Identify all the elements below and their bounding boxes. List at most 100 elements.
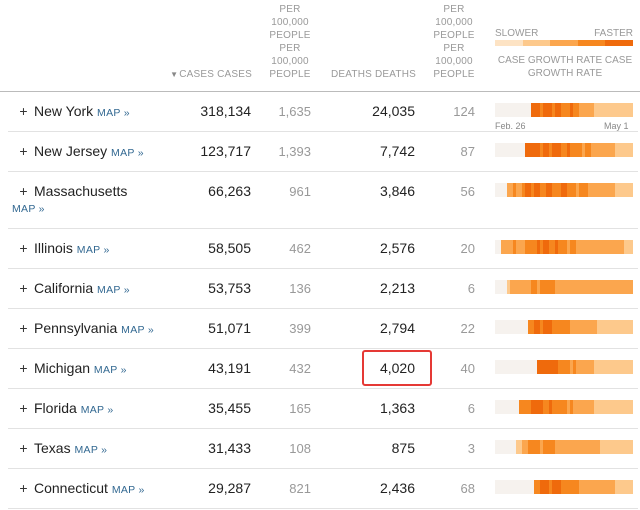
growth-rate-sparkbar <box>495 440 633 454</box>
growth-cell <box>630 240 633 254</box>
axis-end-label: May 1 <box>604 121 629 131</box>
deaths-column-header[interactable]: DEATHS DEATHS <box>320 68 416 81</box>
growth-cell <box>630 320 633 334</box>
expand-row-icon[interactable]: + <box>18 441 29 455</box>
map-link[interactable]: MAP » <box>112 484 145 496</box>
growth-rate-header[interactable]: CASE GROWTH RATE CASE GROWTH RATE <box>495 54 635 80</box>
deaths-value: 24,035 <box>372 103 415 119</box>
state-name: New Jersey MAP » <box>34 143 144 159</box>
map-link[interactable]: MAP » <box>81 404 114 416</box>
table-header: ▼CASES CASES PER 100,000 PEOPLE PER 100,… <box>0 0 640 92</box>
expand-row-icon[interactable]: + <box>18 241 29 255</box>
expand-row-icon[interactable]: + <box>18 281 29 295</box>
legend-swatch <box>605 40 633 46</box>
deaths-per-100k-value: 56 <box>460 184 475 199</box>
covid-state-table: ▼CASES CASES PER 100,000 PEOPLE PER 100,… <box>0 0 640 510</box>
table-row[interactable]: + Connecticut MAP » 29,287 821 2,436 68 <box>8 468 638 509</box>
state-label: New Jersey <box>34 143 108 159</box>
deaths-value: 2,436 <box>379 480 415 496</box>
cases-value: 58,505 <box>208 240 251 256</box>
table-row[interactable]: + Texas MAP » 31,433 108 875 3 <box>8 428 638 469</box>
growth-rate-sparkbar <box>495 143 633 157</box>
state-name: New York MAP » <box>34 103 130 119</box>
deaths-per-100k-value: 87 <box>460 144 475 159</box>
table-row[interactable]: + New York MAP » 318,134 1,635 24,035 124 Feb.… <box>8 91 638 132</box>
state-label: Pennsylvania <box>34 320 118 336</box>
expand-row-icon[interactable]: + <box>18 144 29 158</box>
table-row[interactable]: + Massachusetts MAP » 66,263 961 3,846 56 <box>8 171 638 229</box>
state-name: Connecticut MAP » <box>34 480 145 496</box>
expand-row-icon[interactable]: + <box>18 104 29 118</box>
cases-value: 123,717 <box>200 143 251 159</box>
cases-per-100k-value: 165 <box>289 401 311 416</box>
deaths-per-100k-value: 3 <box>467 441 475 456</box>
deaths-per-100k-value: 22 <box>460 321 475 336</box>
sort-down-icon: ▼ <box>170 70 179 79</box>
growth-cell <box>630 143 633 157</box>
cases-value: 66,263 <box>208 183 251 199</box>
map-link[interactable]: MAP » <box>12 203 45 215</box>
cases-per-100k-value: 432 <box>289 361 311 376</box>
deaths-value: 2,794 <box>379 320 415 336</box>
state-label: Connecticut <box>34 480 108 496</box>
map-link[interactable]: MAP » <box>74 444 107 456</box>
cases-per-100k-value: 136 <box>289 281 311 296</box>
cases-per-100k-value: 108 <box>289 441 311 456</box>
cases-value: 35,455 <box>208 400 251 416</box>
table-row[interactable]: + California MAP » 53,753 136 2,213 6 <box>8 268 638 309</box>
cases-column-header[interactable]: ▼CASES CASES <box>150 68 252 81</box>
map-link[interactable]: MAP » <box>121 324 154 336</box>
legend-swatch <box>495 40 523 46</box>
cases-value: 29,287 <box>208 480 251 496</box>
cases-per-100k-value: 961 <box>289 184 311 199</box>
growth-rate-sparkbar <box>495 320 633 334</box>
map-link[interactable]: MAP » <box>97 284 130 296</box>
deaths-per-100k-value: 6 <box>467 401 475 416</box>
state-label: Massachusetts <box>34 183 128 199</box>
map-link[interactable]: MAP » <box>94 364 127 376</box>
cases-value: 53,753 <box>208 280 251 296</box>
expand-row-icon[interactable]: + <box>18 184 29 198</box>
map-link[interactable]: MAP » <box>111 147 144 159</box>
growth-rate-sparkbar <box>495 103 633 117</box>
deaths-highlight-box <box>362 350 432 386</box>
state-name: Illinois MAP » <box>34 240 110 256</box>
legend-swatch <box>522 40 551 46</box>
growth-rate-sparkbar <box>495 360 633 374</box>
expand-row-icon[interactable]: + <box>18 361 29 375</box>
state-name: Michigan MAP » <box>34 360 127 376</box>
cases-per-100k-value: 1,393 <box>278 144 311 159</box>
growth-rate-sparkbar <box>495 240 633 254</box>
state-name: Florida MAP » <box>34 400 114 416</box>
state-label: California <box>34 280 94 296</box>
state-label: Texas <box>34 440 71 456</box>
state-name: Pennsylvania MAP » <box>34 320 154 336</box>
map-link[interactable]: MAP » <box>97 107 130 119</box>
table-row[interactable]: + Michigan MAP » 43,191 432 4,020 40 <box>8 348 638 389</box>
growth-rate-sparkbar <box>495 183 633 197</box>
cases-per-100k-value: 1,635 <box>278 104 311 119</box>
growth-cell <box>630 280 633 294</box>
table-row[interactable]: + Florida MAP » 35,455 165 1,363 6 <box>8 388 638 429</box>
deaths-value: 1,363 <box>379 400 415 416</box>
map-link[interactable]: MAP » <box>77 244 110 256</box>
growth-cell <box>630 103 633 117</box>
expand-row-icon[interactable]: + <box>18 401 29 415</box>
cases-value: 51,071 <box>208 320 251 336</box>
deaths-per-100k-value: 68 <box>460 481 475 496</box>
state-label: Illinois <box>34 240 73 256</box>
deaths-value: 3,846 <box>379 183 415 199</box>
legend-swatch <box>550 40 578 46</box>
table-row[interactable]: + New Jersey MAP » 123,717 1,393 7,742 87 <box>8 131 638 172</box>
expand-row-icon[interactable]: + <box>18 321 29 335</box>
state-label: Florida <box>34 400 77 416</box>
table-row[interactable]: + Pennsylvania MAP » 51,071 399 2,794 22 <box>8 308 638 349</box>
cases-per-100k-header[interactable]: PER 100,000 PEOPLE PER 100,000 PEOPLE <box>266 3 314 81</box>
axis-start-label: Feb. 26 <box>495 121 526 131</box>
table-row[interactable]: + Illinois MAP » 58,505 462 2,576 20 <box>8 228 638 269</box>
deaths-per-100k-header[interactable]: PER 100,000 PEOPLE PER 100,000 PEOPLE <box>430 3 478 81</box>
expand-row-icon[interactable]: + <box>18 481 29 495</box>
state-name: Texas MAP » <box>34 440 107 456</box>
growth-cell <box>630 440 633 454</box>
growth-rate-sparkbar <box>495 480 633 494</box>
